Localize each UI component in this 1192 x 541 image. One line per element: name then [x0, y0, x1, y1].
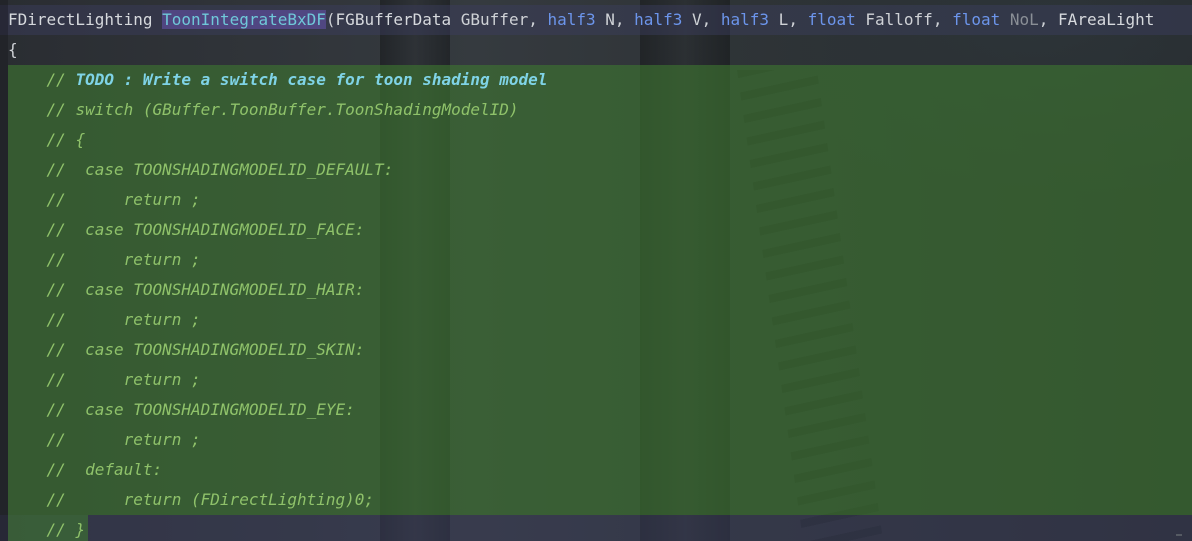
comment-text: case TOONSHADINGMODELID_FACE: — [85, 220, 365, 239]
comment-text: { — [75, 130, 86, 149]
code-line-open-brace[interactable]: { — [8, 35, 18, 65]
comment-text: return ; — [123, 310, 201, 329]
param-name: N, — [595, 10, 635, 29]
code-line-comment[interactable]: // return ; — [8, 245, 201, 275]
code-line-comment[interactable]: // TODO : Write a switch case for toon s… — [8, 65, 548, 95]
code-line-comment[interactable]: // return ; — [8, 365, 201, 395]
code-line-comment[interactable]: // case TOONSHADINGMODELID_SKIN: — [8, 335, 365, 365]
comment-marker: // — [8, 220, 86, 239]
comment-marker: // — [8, 100, 76, 119]
code-line-comment[interactable]: // return ; — [8, 305, 201, 335]
param-type: float — [952, 10, 1001, 29]
return-type: FDirectLighting — [8, 10, 153, 29]
comment-marker: // — [8, 340, 86, 359]
param-name: NoL — [1000, 10, 1039, 29]
comment-marker: // — [8, 250, 124, 269]
open-paren: ( — [325, 10, 336, 29]
comment-text: return ; — [123, 370, 201, 389]
param-type: FAreaLight — [1058, 10, 1155, 29]
comment-marker: // — [8, 70, 76, 89]
comment-text: case TOONSHADINGMODELID_EYE: — [85, 400, 355, 419]
code-editor[interactable]: FDirectLighting ToonIntegrateBxDF(FGBuff… — [0, 0, 1192, 541]
code-line-comment[interactable]: // case TOONSHADINGMODELID_DEFAULT: — [8, 155, 394, 185]
comment-marker: // — [8, 160, 86, 179]
comment-text: case TOONSHADINGMODELID_DEFAULT: — [85, 160, 394, 179]
comment-text: switch (GBuffer.ToonBuffer.ToonShadingMo… — [75, 100, 519, 119]
todo-comment-text: TODO : Write a switch case for toon shad… — [75, 70, 548, 89]
code-line-comment[interactable]: // } — [8, 515, 86, 541]
param-name: L, — [769, 10, 808, 29]
code-line-comment[interactable]: // return (FDirectLighting)0; — [8, 485, 375, 515]
param-type: FGBufferData — [335, 10, 452, 29]
param-name: GBuffer, — [451, 10, 548, 29]
comment-marker: // — [8, 490, 124, 509]
code-line-signature[interactable]: FDirectLighting ToonIntegrateBxDF(FGBuff… — [8, 5, 1154, 35]
comment-marker: // — [8, 190, 124, 209]
param-name: V, — [682, 10, 721, 29]
param-type: half3 — [547, 10, 596, 29]
scrollbar-marker[interactable] — [1176, 534, 1182, 536]
code-line-comment[interactable]: // case TOONSHADINGMODELID_FACE: — [8, 215, 365, 245]
param-name: Falloff, — [855, 10, 953, 29]
comment-text: case TOONSHADINGMODELID_HAIR: — [85, 280, 365, 299]
comment-marker: // — [8, 310, 124, 329]
comment-marker: // — [8, 430, 124, 449]
code-line-comment[interactable]: // switch (GBuffer.ToonBuffer.ToonShadin… — [8, 95, 519, 125]
code-area[interactable]: FDirectLighting ToonIntegrateBxDF(FGBuff… — [0, 0, 1192, 541]
comment-marker: // — [8, 130, 76, 149]
comment-text: case TOONSHADINGMODELID_SKIN: — [85, 340, 365, 359]
code-line-comment[interactable]: // return ; — [8, 185, 201, 215]
code-line-comment[interactable]: // return ; — [8, 425, 201, 455]
comment-text: return ; — [123, 430, 201, 449]
comment-marker: // — [8, 520, 76, 539]
param-separator: , — [1038, 10, 1059, 29]
comment-marker: // — [8, 400, 86, 419]
param-type: float — [807, 10, 856, 29]
code-line-comment[interactable]: // { — [8, 125, 86, 155]
comment-text: default: — [85, 460, 163, 479]
code-line-comment[interactable]: // case TOONSHADINGMODELID_HAIR: — [8, 275, 365, 305]
param-type: half3 — [720, 10, 770, 29]
comment-text: return ; — [123, 250, 201, 269]
comment-text: } — [75, 520, 86, 539]
comment-marker: // — [8, 460, 86, 479]
function-name[interactable]: ToonIntegrateBxDF — [162, 10, 326, 29]
comment-text: return ; — [123, 190, 201, 209]
code-line-comment[interactable]: // case TOONSHADINGMODELID_EYE: — [8, 395, 355, 425]
param-type: half3 — [634, 10, 683, 29]
comment-marker: // — [8, 370, 124, 389]
comment-text: return (FDirectLighting)0; — [123, 490, 375, 509]
code-line-comment[interactable]: // default: — [8, 455, 163, 485]
comment-marker: // — [8, 280, 86, 299]
